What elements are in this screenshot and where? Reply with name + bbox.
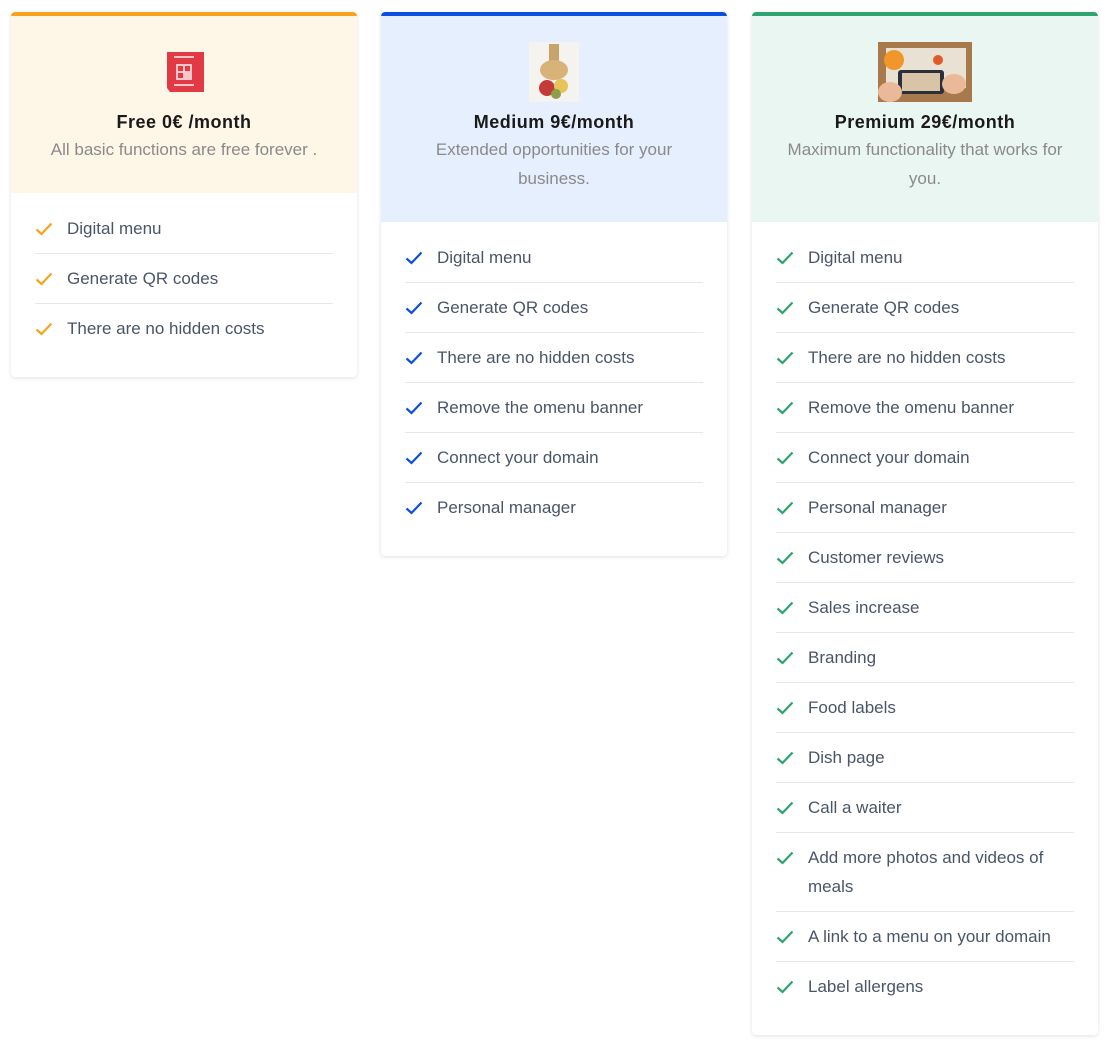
feature-item: Sales increase (776, 583, 1074, 633)
plan-title: Medium 9€/month (473, 112, 635, 132)
check-icon (405, 493, 437, 522)
feature-label: Personal manager (437, 498, 576, 517)
check-icon (776, 972, 808, 1001)
feature-item: Food labels (776, 683, 1074, 733)
check-icon (776, 643, 808, 672)
plan-description: Maximum functionality that works for you… (787, 140, 1063, 188)
feature-item: Generate QR codes (405, 283, 703, 333)
feature-list: Digital menu Generate QR codes There are… (752, 222, 1098, 1035)
check-icon (776, 693, 808, 722)
plan-header: Medium 9€/month Extended opportunities f… (381, 16, 727, 222)
feature-label: Dish page (808, 748, 885, 767)
feature-item: Add more photos and videos of meals (776, 833, 1074, 912)
feature-item: There are no hidden costs (776, 333, 1074, 383)
feature-item: Connect your domain (776, 433, 1074, 483)
feature-list: Digital menu Generate QR codes There are… (11, 193, 357, 377)
check-icon (405, 443, 437, 472)
feature-item: A link to a menu on your domain (776, 912, 1074, 962)
feature-label: Label allergens (808, 977, 924, 996)
check-icon (776, 493, 808, 522)
phone-food-photo-image (772, 42, 1078, 102)
feature-label: Remove the omenu banner (808, 398, 1015, 417)
plan-title: Free 0€ /month (116, 112, 252, 132)
feature-item: Label allergens (776, 962, 1074, 1011)
feature-label: Generate QR codes (437, 298, 589, 317)
feature-item: Digital menu (405, 233, 703, 283)
feature-item: Generate QR codes (776, 283, 1074, 333)
feature-item: There are no hidden costs (405, 333, 703, 383)
check-icon (776, 393, 808, 422)
qr-sticker-image (31, 42, 337, 102)
feature-label: Digital menu (808, 248, 903, 267)
plan-card-free: Free 0€ /month All basic functions are f… (11, 12, 357, 377)
plan-title: Premium 29€/month (834, 112, 1016, 132)
food-board-image (401, 42, 707, 102)
check-icon (776, 343, 808, 372)
feature-item: There are no hidden costs (35, 304, 333, 353)
feature-item: Personal manager (405, 483, 703, 532)
feature-label: There are no hidden costs (67, 319, 265, 338)
feature-item: Customer reviews (776, 533, 1074, 583)
plan-description: Extended opportunities for your business… (435, 140, 673, 188)
check-icon (405, 393, 437, 422)
plan-card-medium: Medium 9€/month Extended opportunities f… (381, 12, 727, 556)
feature-item: Call a waiter (776, 783, 1074, 833)
plan-header: Free 0€ /month All basic functions are f… (11, 16, 357, 193)
check-icon (776, 843, 808, 872)
check-icon (35, 264, 67, 293)
feature-item: Remove the omenu banner (776, 383, 1074, 433)
check-icon (776, 543, 808, 572)
feature-item: Connect your domain (405, 433, 703, 483)
feature-label: A link to a menu on your domain (808, 927, 1051, 946)
feature-item: Remove the omenu banner (405, 383, 703, 433)
feature-label: Call a waiter (808, 798, 902, 817)
feature-list: Digital menu Generate QR codes There are… (381, 222, 727, 556)
feature-item: Digital menu (35, 204, 333, 254)
feature-item: Dish page (776, 733, 1074, 783)
feature-item: Branding (776, 633, 1074, 683)
check-icon (776, 593, 808, 622)
check-icon (776, 443, 808, 472)
check-icon (405, 293, 437, 322)
feature-label: Digital menu (67, 219, 162, 238)
feature-label: Generate QR codes (808, 298, 960, 317)
check-icon (776, 793, 808, 822)
feature-label: Sales increase (808, 598, 920, 617)
feature-label: Generate QR codes (67, 269, 219, 288)
plan-card-premium: Premium 29€/month Maximum functionality … (752, 12, 1098, 1035)
check-icon (35, 214, 67, 243)
plan-description: All basic functions are free forever . (50, 140, 318, 159)
check-icon (405, 343, 437, 372)
feature-item: Digital menu (776, 233, 1074, 283)
feature-label: Add more photos and videos of meals (808, 848, 1044, 896)
feature-item: Generate QR codes (35, 254, 333, 304)
feature-label: Remove the omenu banner (437, 398, 644, 417)
feature-label: Branding (808, 648, 877, 667)
check-icon (776, 743, 808, 772)
feature-label: Personal manager (808, 498, 947, 517)
feature-label: There are no hidden costs (437, 348, 635, 367)
feature-label: There are no hidden costs (808, 348, 1006, 367)
feature-label: Food labels (808, 698, 896, 717)
check-icon (776, 293, 808, 322)
feature-label: Connect your domain (437, 448, 599, 467)
feature-label: Digital menu (437, 248, 532, 267)
plan-header: Premium 29€/month Maximum functionality … (752, 16, 1098, 222)
check-icon (776, 243, 808, 272)
feature-item: Personal manager (776, 483, 1074, 533)
feature-label: Customer reviews (808, 548, 945, 567)
check-icon (776, 922, 808, 951)
feature-label: Connect your domain (808, 448, 970, 467)
check-icon (405, 243, 437, 272)
check-icon (35, 314, 67, 343)
